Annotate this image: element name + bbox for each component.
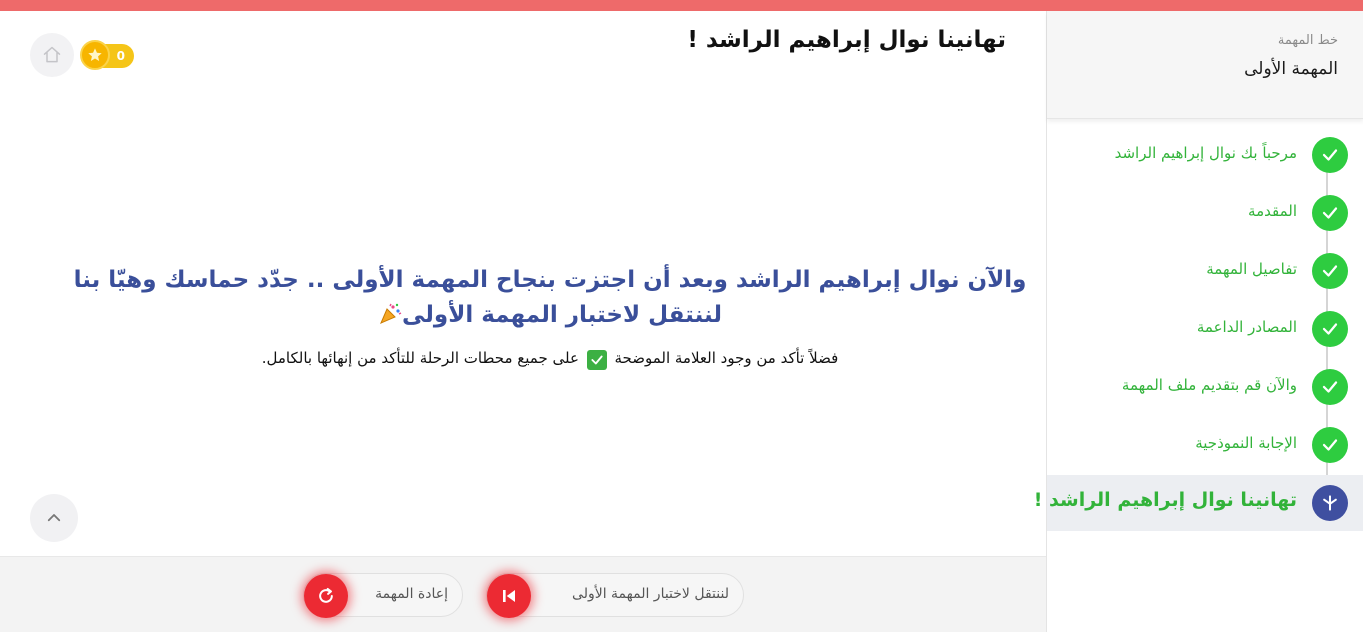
step-label: تهانينا نوال إبراهيم الراشد ! — [1033, 489, 1297, 511]
top-accent-bar — [0, 0, 1363, 11]
main-content: تهانينا نوال إبراهيم الراشد ! 0 والآن نو… — [0, 11, 1046, 632]
step-label: المصادر الداعمة — [1196, 318, 1297, 336]
step-welcome[interactable]: مرحباً بك نوال إبراهيم الراشد — [1047, 127, 1363, 183]
note-after: على جميع محطات الرحلة للتأكد من إنهائها … — [261, 349, 579, 367]
step-label: الإجابة النموذجية — [1195, 434, 1297, 452]
step-supporting-resources[interactable]: المصادر الداعمة — [1047, 301, 1363, 357]
person-icon — [1312, 485, 1348, 521]
step-label: تفاصيل المهمة — [1206, 260, 1297, 278]
check-icon — [1312, 253, 1348, 289]
step-label: والآن قم بتقديم ملف المهمة — [1121, 376, 1297, 394]
retry-task-button[interactable]: إعادة المهمة — [303, 573, 463, 618]
coin-counter: 0 — [80, 40, 134, 70]
checkbox-icon — [586, 350, 607, 370]
check-icon — [1312, 369, 1348, 405]
check-icon — [1312, 137, 1348, 173]
step-model-answer[interactable]: الإجابة النموذجية — [1047, 417, 1363, 473]
check-icon — [1312, 195, 1348, 231]
step-label: المقدمة — [1248, 202, 1297, 220]
note-before: فضلاً تأكد من وجود العلامة الموضحة — [614, 349, 839, 367]
next-quiz-label: لننتقل لاختبار المهمة الأولى — [572, 586, 729, 602]
star-coin-icon — [80, 40, 110, 70]
track-title: المهمة الأولى — [1244, 59, 1338, 79]
check-icon — [1312, 311, 1348, 347]
footer-bar: لننتقل لاختبار المهمة الأولى إعادة المهم… — [0, 556, 1046, 632]
step-label: مرحباً بك نوال إبراهيم الراشد — [1114, 144, 1297, 162]
check-icon — [1312, 427, 1348, 463]
next-quiz-button[interactable]: لننتقل لاختبار المهمة الأولى — [486, 573, 744, 618]
congrats-headline: والآن نوال إبراهيم الراشد وبعد أن اجتزت … — [60, 263, 1040, 333]
scroll-up-button[interactable] — [30, 494, 78, 542]
step-submit-file[interactable]: والآن قم بتقديم ملف المهمة — [1047, 359, 1363, 415]
retry-task-label: إعادة المهمة — [375, 586, 448, 602]
headline-line-1: والآن نوال إبراهيم الراشد وبعد أن اجتزت … — [73, 267, 1027, 293]
completion-note: فضلاً تأكد من وجود العلامة الموضحة على ج… — [60, 349, 1040, 370]
coin-count: 0 — [116, 49, 125, 63]
chevron-up-icon — [47, 514, 61, 522]
mission-sidebar: خط المهمة المهمة الأولى مرحباً بك نوال إ… — [1034, 11, 1363, 632]
home-button[interactable] — [30, 33, 74, 77]
home-icon — [43, 46, 61, 63]
headline-line-2-text: لننتقل لاختبار المهمة الأولى — [402, 302, 722, 328]
mission-track-header: خط المهمة المهمة الأولى — [1047, 11, 1363, 119]
refresh-icon — [304, 574, 348, 618]
skip-back-icon — [487, 574, 531, 618]
page-title: تهانينا نوال إبراهيم الراشد ! — [687, 27, 1006, 53]
step-congratulations[interactable]: تهانينا نوال إبراهيم الراشد ! — [1034, 475, 1363, 531]
track-label: خط المهمة — [1277, 33, 1338, 48]
step-task-details[interactable]: تفاصيل المهمة — [1047, 243, 1363, 299]
party-popper-icon — [380, 303, 402, 324]
headline-line-2: لننتقل لاختبار المهمة الأولى — [60, 298, 1040, 333]
step-introduction[interactable]: المقدمة — [1047, 185, 1363, 241]
